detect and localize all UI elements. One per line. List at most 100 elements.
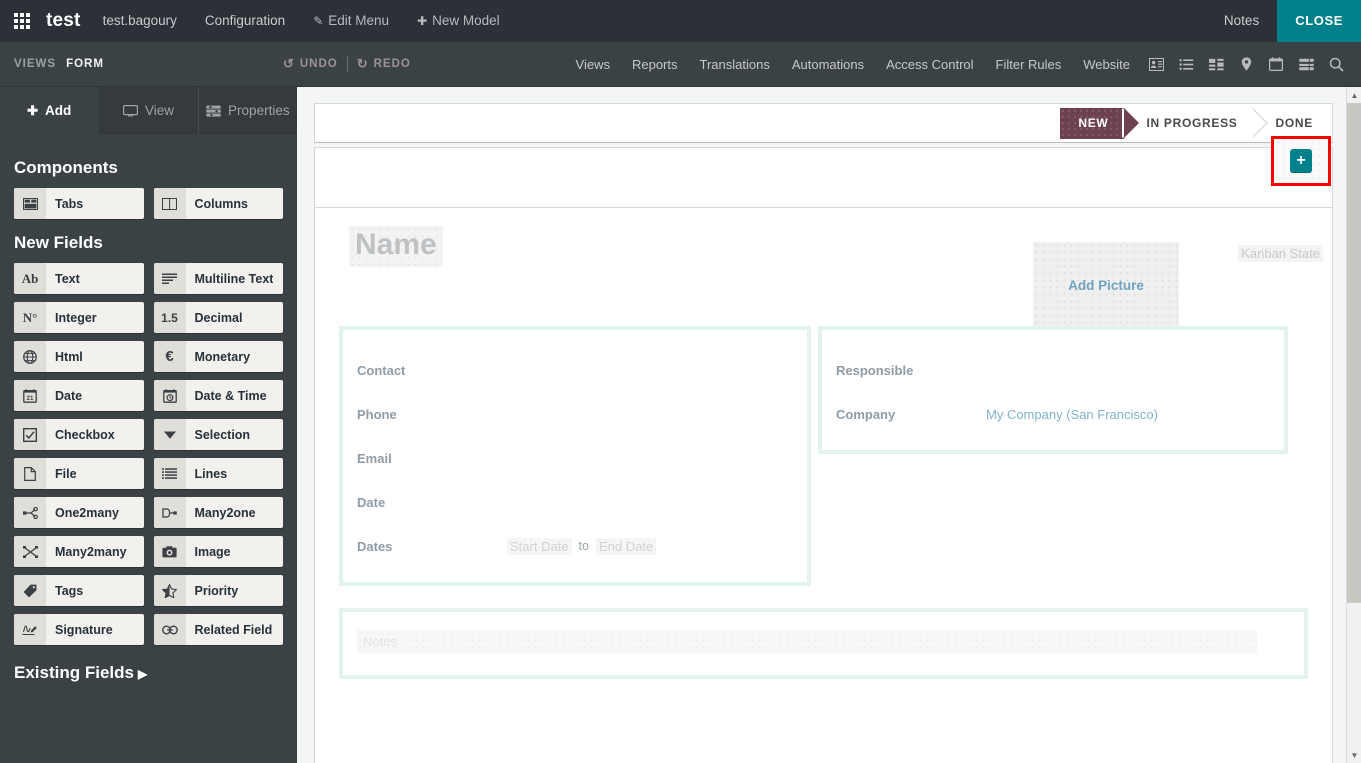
label-dates: Dates: [357, 539, 507, 554]
views-breadcrumb[interactable]: VIEWS: [0, 58, 56, 70]
field-row-responsible[interactable]: Responsible: [822, 348, 1284, 392]
menu-item-edit-menu[interactable]: ✎Edit Menu: [299, 0, 403, 42]
form-group-notes[interactable]: Notes: [339, 608, 1308, 679]
kanban-view-icon[interactable]: [1203, 51, 1229, 77]
add-picture-button[interactable]: Add Picture: [1033, 242, 1179, 329]
component-tabs[interactable]: Tabs: [14, 188, 144, 219]
components-list: Tabs Columns: [14, 188, 283, 219]
brand-title[interactable]: test: [44, 10, 89, 32]
add-element-button[interactable]: +: [1290, 149, 1312, 173]
studio-form-editor: test test.bagoury Configuration ✎Edit Me…: [0, 0, 1361, 763]
field-row-date[interactable]: Date: [343, 480, 807, 524]
menu-item-model[interactable]: test.bagoury: [89, 0, 191, 42]
search-icon[interactable]: [1323, 51, 1349, 77]
menu-item-new-model[interactable]: ✚New Model: [403, 0, 514, 42]
value-company[interactable]: My Company (San Francisco): [986, 407, 1158, 422]
apps-grid-icon[interactable]: [0, 0, 44, 42]
vertical-scrollbar[interactable]: ▲ ▼: [1346, 87, 1361, 763]
tab-add[interactable]: ✚ Add: [0, 87, 99, 134]
field-image[interactable]: Image: [154, 536, 284, 567]
undo-button[interactable]: ↺ UNDO: [274, 56, 347, 72]
existing-fields-toggle[interactable]: Existing Fields▶: [14, 663, 283, 683]
nav-views[interactable]: Views: [565, 57, 621, 72]
nav-access-control[interactable]: Access Control: [875, 57, 984, 72]
field-decimal[interactable]: 1.5 Decimal: [154, 302, 284, 333]
field-one2many[interactable]: One2many: [14, 497, 144, 528]
field-priority[interactable]: Priority: [154, 575, 284, 606]
field-selection[interactable]: Selection: [154, 419, 284, 450]
label-date: Date: [357, 495, 507, 510]
form-group-right[interactable]: Responsible Company My Company (San Fran…: [818, 326, 1288, 454]
component-columns[interactable]: Columns: [154, 188, 284, 219]
status-done[interactable]: DONE: [1254, 108, 1323, 139]
form-header-row: NEW IN PROGRESS DONE: [314, 103, 1333, 143]
nav-automations[interactable]: Automations: [781, 57, 875, 72]
notes-field[interactable]: Notes: [357, 630, 1257, 653]
field-file[interactable]: File: [14, 458, 144, 489]
field-row-email[interactable]: Email: [343, 436, 807, 480]
field-many2one[interactable]: Many2one: [154, 497, 284, 528]
field-related[interactable]: Related Field: [154, 614, 284, 645]
field-checkbox[interactable]: Checkbox: [14, 419, 144, 450]
menu-item-configuration[interactable]: Configuration: [191, 0, 299, 42]
columns-icon: [154, 188, 186, 219]
undo-label: UNDO: [300, 58, 338, 70]
form-canvas: NEW IN PROGRESS DONE + Name: [297, 87, 1346, 763]
scroll-up-button[interactable]: ▲: [1347, 87, 1361, 103]
field-date[interactable]: 21 Date: [14, 380, 144, 411]
form-group-left[interactable]: Contact Phone Email Date: [339, 326, 811, 586]
field-monetary[interactable]: € Monetary: [154, 341, 284, 372]
notes-button[interactable]: Notes: [1206, 0, 1277, 42]
field-tags[interactable]: Tags: [14, 575, 144, 606]
calendar-view-icon[interactable]: [1263, 51, 1289, 77]
field-html[interactable]: Html: [14, 341, 144, 372]
status-new[interactable]: NEW: [1060, 108, 1124, 139]
field-many2one-label: Many2one: [186, 497, 256, 528]
many2many-icon: [14, 536, 46, 567]
nav-filter-rules[interactable]: Filter Rules: [985, 57, 1073, 72]
field-signature[interactable]: Signature: [14, 614, 144, 645]
field-integer[interactable]: N° Integer: [14, 302, 144, 333]
close-button[interactable]: CLOSE: [1277, 0, 1361, 42]
nav-website[interactable]: Website: [1072, 57, 1141, 72]
field-lines[interactable]: Lines: [154, 458, 284, 489]
link-icon: [154, 614, 186, 645]
field-html-label: Html: [46, 341, 83, 372]
nav-translations[interactable]: Translations: [689, 57, 781, 72]
status-in-progress[interactable]: IN PROGRESS: [1124, 108, 1253, 139]
label-phone: Phone: [357, 407, 507, 422]
list-view-icon[interactable]: [1173, 51, 1199, 77]
end-date-input[interactable]: End Date: [596, 538, 656, 555]
many2one-icon: [154, 497, 186, 528]
nav-reports[interactable]: Reports: [621, 57, 689, 72]
undo-icon: ↺: [283, 56, 295, 72]
field-row-dates[interactable]: Dates Start Date to End Date: [343, 524, 807, 568]
component-columns-label: Columns: [186, 188, 248, 219]
contact-card-icon[interactable]: [1143, 51, 1169, 77]
tab-properties[interactable]: Properties: [199, 87, 297, 134]
scrollbar-thumb[interactable]: [1347, 103, 1361, 603]
field-date-time-label: Date & Time: [186, 380, 267, 411]
start-date-input[interactable]: Start Date: [507, 538, 572, 555]
field-row-contact[interactable]: Contact: [343, 348, 807, 392]
monitor-icon: [123, 105, 138, 117]
name-field-placeholder[interactable]: Name: [349, 226, 443, 267]
field-many2many[interactable]: Many2many: [14, 536, 144, 567]
properties-icon: [206, 105, 221, 117]
scroll-down-button[interactable]: ▼: [1347, 747, 1361, 763]
sheet-button-box-row: +: [315, 148, 1332, 208]
field-many2many-label: Many2many: [46, 536, 127, 567]
field-row-phone[interactable]: Phone: [343, 392, 807, 436]
tab-view-label: View: [145, 103, 174, 118]
field-text[interactable]: Ab Text: [14, 263, 144, 294]
field-multiline-text[interactable]: Multiline Text: [154, 263, 284, 294]
field-row-company[interactable]: Company My Company (San Francisco): [822, 392, 1284, 436]
pivot-view-icon[interactable]: [1293, 51, 1319, 77]
tab-view[interactable]: View: [99, 87, 198, 134]
map-view-icon[interactable]: [1233, 51, 1259, 77]
checkbox-icon: [14, 419, 46, 450]
redo-button[interactable]: ↻ REDO: [348, 56, 420, 72]
field-date-time[interactable]: Date & Time: [154, 380, 284, 411]
kanban-state-field[interactable]: Kanban State: [1238, 245, 1323, 262]
field-checkbox-label: Checkbox: [46, 419, 115, 450]
